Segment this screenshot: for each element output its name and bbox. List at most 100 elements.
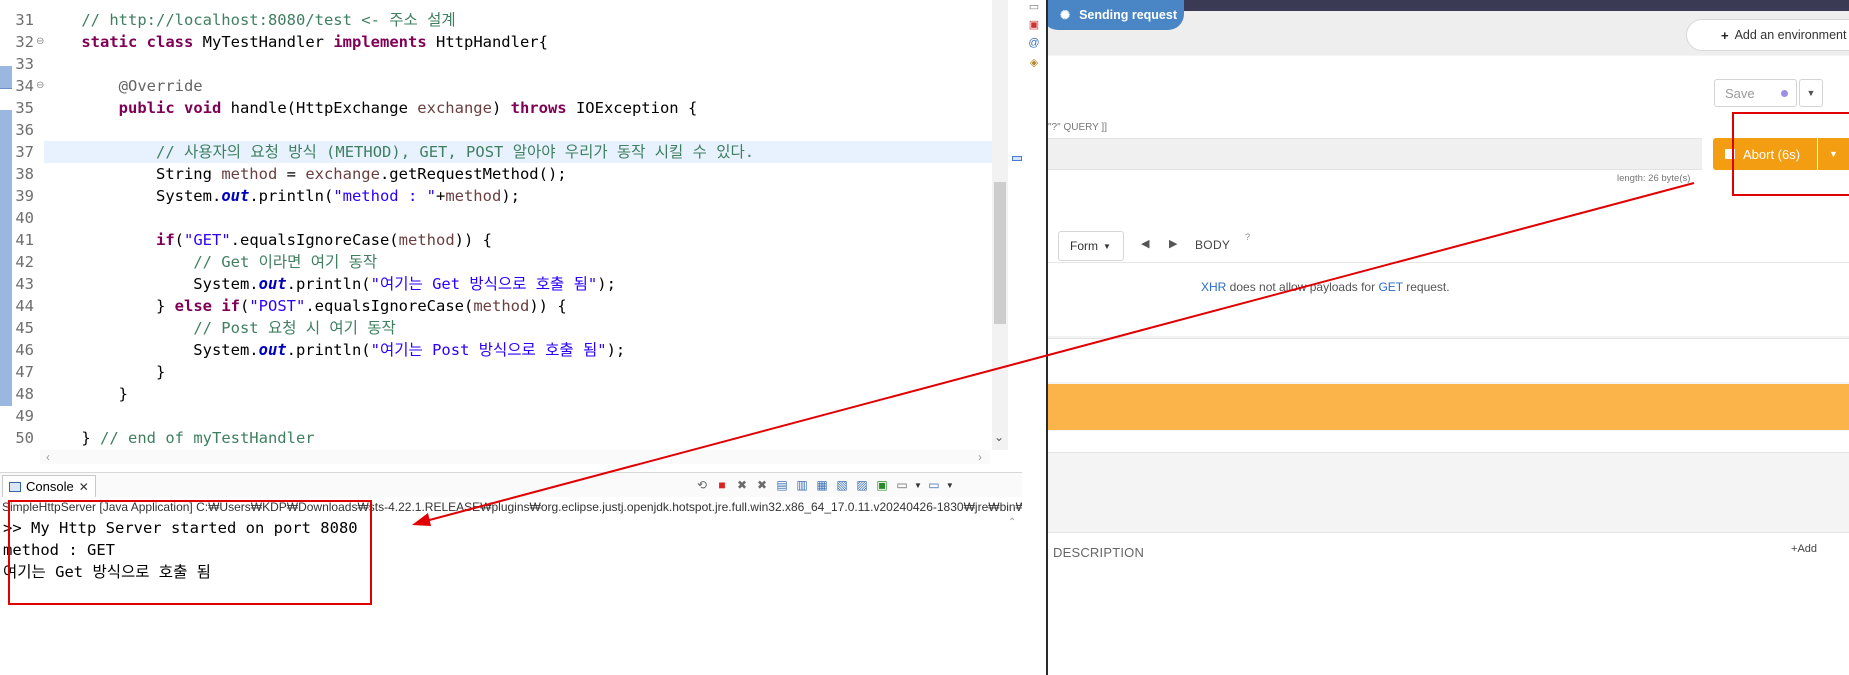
editor-vertical-scrollbar[interactable]: ⌄ — [992, 0, 1008, 450]
code-token: method — [221, 165, 278, 183]
line-number: 43 — [15, 275, 34, 293]
tab-console[interactable]: Console ✕ — [2, 475, 96, 497]
code-token: ) — [491, 99, 511, 117]
line-number: 46 — [15, 341, 34, 359]
arrow-left-icon[interactable]: ◀ — [1141, 237, 1149, 250]
code-token: .println( — [249, 187, 334, 205]
code-editor[interactable]: 31 32 ⊖ 33 34 ⊖ 35 36 37 38 39 40 41 42 43 44 45 46 47 48 49… — [0, 0, 1008, 466]
code-line[interactable]: static class MyTestHandler implements Ht… — [44, 31, 548, 53]
chevron-down-icon[interactable]: ▼ — [946, 481, 954, 490]
restore-icon[interactable]: ▭ — [1026, 0, 1042, 14]
declaration-icon[interactable]: ◈ — [1026, 56, 1042, 70]
code-line[interactable]: if("GET".equalsIgnoreCase(method)) { — [44, 229, 492, 251]
code-token: // http://localhost:8080/test <- 주소 설계 — [81, 11, 456, 29]
code-line[interactable]: @Override — [44, 75, 203, 97]
code-token: implements — [333, 33, 427, 51]
code-line[interactable]: // Post 요청 시 여기 동작 — [44, 317, 395, 339]
line-number: 36 — [15, 121, 34, 139]
xhr-method-link[interactable]: GET — [1378, 280, 1402, 294]
line-number: 38 — [15, 165, 34, 183]
chevron-down-icon[interactable]: ▼ — [914, 481, 922, 490]
code-line[interactable]: String method = exchange.getRequestMetho… — [44, 163, 567, 185]
ruler-change-marker — [0, 110, 12, 406]
code-token: } — [44, 385, 128, 403]
code-line[interactable]: } — [44, 361, 165, 383]
ruler-change-marker — [0, 66, 12, 88]
api-client-panel: ✺ Sending request + Add an environment S… — [1048, 0, 1849, 675]
scroll-lock-icon[interactable]: ▥ — [794, 477, 810, 493]
code-line[interactable]: System.out.println("여기는 Post 방식으로 호출 됨")… — [44, 339, 625, 361]
scroll-left-arrow-icon[interactable]: ‹ — [46, 450, 50, 464]
code-token: exchange — [305, 165, 380, 183]
show-on-error-icon[interactable]: ▨ — [854, 477, 870, 493]
clear-console-icon[interactable]: ▤ — [774, 477, 790, 493]
body-divider — [1048, 262, 1849, 263]
code-token: if — [221, 297, 240, 315]
code-line[interactable]: public void handle(HttpExchange exchange… — [44, 97, 698, 119]
add-environment-button[interactable]: + Add an environment — [1686, 19, 1849, 51]
arrow-right-icon[interactable]: ▶ — [1169, 237, 1177, 250]
code-line[interactable]: } — [44, 383, 128, 405]
code-area[interactable]: // http://localhost:8080/test <- 주소 설계 s… — [44, 0, 992, 450]
remove-all-icon[interactable]: ✖ — [754, 477, 770, 493]
line-number: 35 — [15, 99, 34, 117]
scroll-down-arrow-icon[interactable]: ⌄ — [994, 430, 1004, 444]
show-on-output-icon[interactable]: ▧ — [834, 477, 850, 493]
code-token: "여기는 Post 방식으로 호출 됨" — [370, 341, 607, 359]
open-console-icon[interactable]: ▭ — [926, 477, 942, 493]
line-number: 48 — [15, 385, 34, 403]
unsaved-dot-icon — [1781, 90, 1788, 97]
scroll-up-arrow-icon[interactable]: ⌃ — [1008, 517, 1016, 528]
pin-console-icon[interactable]: ▣ — [874, 477, 890, 493]
code-token: method — [398, 231, 455, 249]
remove-launch-icon[interactable]: ⟲ — [694, 477, 710, 493]
code-token: exchange — [417, 99, 492, 117]
code-line[interactable]: // http://localhost:8080/test <- 주소 설계 — [44, 9, 456, 31]
terminate-icon[interactable]: ■ — [714, 477, 730, 493]
description-panel — [1048, 532, 1849, 675]
body-type-select[interactable]: Form ▼ — [1058, 231, 1124, 261]
response-status-bar — [1048, 384, 1849, 430]
editor-scroll-thumb[interactable] — [994, 182, 1006, 324]
editor-horizontal-scrollbar[interactable]: ‹ › — [40, 450, 990, 464]
response-panel-bottom — [1048, 431, 1849, 453]
code-token: ( — [174, 231, 184, 249]
close-icon[interactable]: ✕ — [79, 480, 89, 494]
remove-icon[interactable]: ✖ — [734, 477, 750, 493]
code-line[interactable]: } // end of myTestHandler — [44, 427, 314, 449]
javadoc-icon[interactable]: @ — [1026, 36, 1042, 50]
code-line[interactable]: // Get 이라면 여기 동작 — [44, 251, 377, 273]
code-line[interactable]: } else if("POST".equalsIgnoreCase(method… — [44, 295, 567, 317]
scroll-right-arrow-icon[interactable]: › — [978, 450, 982, 464]
code-line[interactable]: // 사용자의 요청 방식 (METHOD), GET, POST 알아야 우리… — [44, 141, 992, 163]
save-dropdown-button[interactable]: ▼ — [1799, 79, 1823, 107]
code-token: String — [44, 165, 222, 183]
annotation-box-abort — [1732, 112, 1849, 196]
add-description-button[interactable]: +Add — [1791, 543, 1817, 555]
display-console-icon[interactable]: ▭ — [894, 477, 910, 493]
xhr-link[interactable]: XHR — [1201, 280, 1226, 294]
code-line[interactable]: System.out.println("여기는 Get 방식으로 호출 됨"); — [44, 273, 616, 295]
help-icon[interactable]: ? — [1245, 232, 1250, 242]
code-line[interactable]: System.out.println("method : "+method); — [44, 185, 520, 207]
code-token: "GET" — [184, 231, 231, 249]
word-wrap-icon[interactable]: ▦ — [814, 477, 830, 493]
problems-icon[interactable]: ▣ — [1026, 18, 1042, 32]
annotation-box-console — [8, 500, 372, 605]
console-tab-label: Console — [26, 479, 74, 494]
sending-request-label: Sending request — [1079, 8, 1177, 22]
line-number: 50 — [15, 429, 34, 447]
console-vertical-scrollbar[interactable]: ⌃ — [1005, 517, 1021, 675]
code-token: throws — [510, 99, 567, 117]
overview-ruler-marker[interactable] — [1012, 156, 1022, 161]
url-input[interactable] — [1048, 138, 1702, 170]
save-button[interactable]: Save — [1714, 79, 1797, 107]
line-number: 45 — [15, 319, 34, 337]
code-token: .equalsIgnoreCase( — [305, 297, 474, 315]
code-token: void — [184, 99, 222, 117]
